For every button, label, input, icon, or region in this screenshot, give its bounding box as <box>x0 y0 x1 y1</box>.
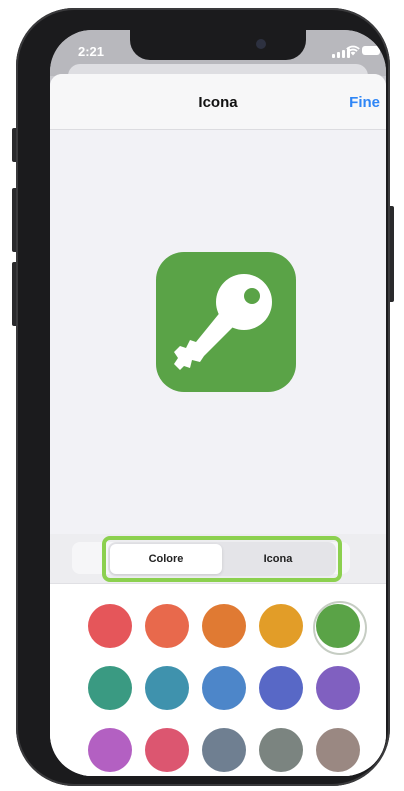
wifi-icon <box>346 45 360 56</box>
color-swatch-gray[interactable] <box>259 728 303 772</box>
highlight-box <box>102 536 342 582</box>
color-swatch-purple[interactable] <box>316 666 360 710</box>
page-title: Icona <box>198 94 238 111</box>
color-swatch-coral[interactable] <box>145 604 189 648</box>
customization-panel: Colore Icona <box>50 534 386 776</box>
color-swatch-magenta[interactable] <box>88 728 132 772</box>
screen: 2:21 Icona Fine Colore Icona <box>50 30 386 776</box>
done-button[interactable]: Fine <box>349 94 380 111</box>
icon-preview <box>156 252 296 392</box>
battery-icon <box>362 46 380 55</box>
color-swatch-pink[interactable] <box>145 728 189 772</box>
front-camera <box>256 39 266 49</box>
color-swatch-green[interactable] <box>313 601 367 655</box>
color-swatch-taupe[interactable] <box>316 728 360 772</box>
color-swatch-teal[interactable] <box>88 666 132 710</box>
segment-bar: Colore Icona <box>50 534 386 584</box>
color-swatch-red[interactable] <box>88 604 132 648</box>
color-swatch-orange[interactable] <box>202 604 246 648</box>
navigation-bar: Icona Fine <box>50 74 386 130</box>
icon-sheet: Icona Fine Colore Icona <box>50 74 386 776</box>
color-swatch-cyan[interactable] <box>145 666 189 710</box>
color-swatch-slate[interactable] <box>202 728 246 772</box>
phone-frame: 2:21 Icona Fine Colore Icona <box>16 8 390 786</box>
color-swatch-blue[interactable] <box>202 666 246 710</box>
color-swatch-yellow[interactable] <box>259 604 303 648</box>
status-time: 2:21 <box>78 44 105 59</box>
color-swatch-indigo[interactable] <box>259 666 303 710</box>
color-grid <box>88 601 367 772</box>
key-icon <box>174 274 272 370</box>
notch <box>130 30 306 60</box>
